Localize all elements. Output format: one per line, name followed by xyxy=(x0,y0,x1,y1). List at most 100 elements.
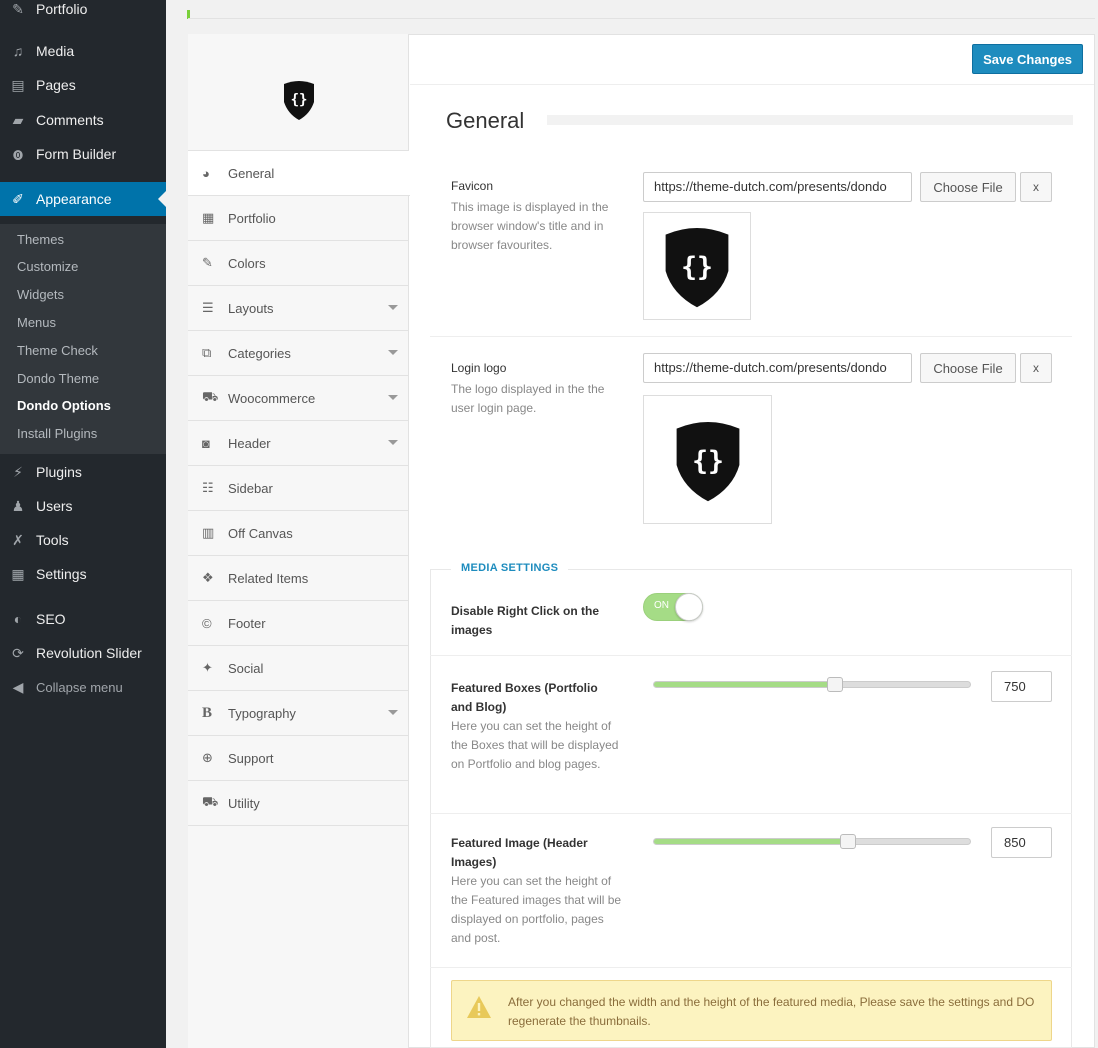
submenu-theme-check[interactable]: Theme Check xyxy=(17,343,98,358)
disable-right-click-label: Disable Right Click on the images xyxy=(451,604,600,637)
featured-boxes-slider-handle[interactable] xyxy=(827,677,843,692)
favicon-shield-icon: {} xyxy=(665,228,729,308)
options-nav-header[interactable]: ◙ Header xyxy=(188,421,409,466)
options-nav-label: Support xyxy=(228,750,274,766)
chevron-down-icon[interactable] xyxy=(388,440,398,445)
submenu-menus[interactable]: Menus xyxy=(17,315,56,330)
shield-logo-icon: {} xyxy=(284,81,314,120)
menu-item-media[interactable]: ♫ Media xyxy=(0,34,166,68)
featured-image-description: Here you can set the height of the Featu… xyxy=(451,874,622,945)
options-nav-footer[interactable]: © Footer xyxy=(188,601,409,646)
options-nav-general[interactable]: ◕ General xyxy=(188,151,410,196)
favicon-preview: {} xyxy=(643,212,751,320)
appearance-submenu: Themes Customize Widgets Menus Theme Che… xyxy=(0,224,166,454)
row-divider xyxy=(430,967,1072,968)
options-nav-portfolio[interactable]: ▦ Portfolio xyxy=(188,196,409,241)
collapse-icon: ◀ xyxy=(12,678,24,695)
menu-item-plugins[interactable]: ⚡ Plugins xyxy=(0,455,166,489)
disable-right-click-toggle[interactable]: ON xyxy=(643,593,703,621)
options-nav-woocommerce[interactable]: ⛟ Woocommerce xyxy=(188,376,409,421)
options-nav-sidebar[interactable]: ☷ Sidebar xyxy=(188,466,409,511)
lifebuoy-icon: ⊕ xyxy=(202,750,213,765)
toggle-on-text: ON xyxy=(654,600,669,611)
featured-boxes-slider-fill xyxy=(654,682,835,687)
favicon-url-input[interactable]: https://theme-dutch.com/presents/dondo xyxy=(643,172,912,202)
row-divider xyxy=(430,336,1072,337)
options-nav-categories[interactable]: ⧉ Categories xyxy=(188,331,409,376)
login-logo-clear-button[interactable]: x xyxy=(1020,353,1052,383)
media-settings-legend: MEDIA SETTINGS xyxy=(451,562,569,574)
submenu-install-plugins[interactable]: Install Plugins xyxy=(17,426,97,441)
options-nav-label: Colors xyxy=(228,255,266,271)
camera-icon: ◙ xyxy=(202,435,210,451)
submenu-dondo-theme[interactable]: Dondo Theme xyxy=(17,371,99,386)
menu-item-revolution-slider[interactable]: ⟳ Revolution Slider xyxy=(0,636,166,670)
menu-item-users[interactable]: ♟ Users xyxy=(0,489,166,523)
save-changes-button[interactable]: Save Changes xyxy=(972,44,1083,74)
options-nav-label: Typography xyxy=(228,705,296,721)
menu-item-portfolio[interactable]: ✎ Portfolio xyxy=(0,0,166,22)
truck-icon: ⛟ xyxy=(202,794,219,809)
chevron-down-icon[interactable] xyxy=(388,710,398,715)
menu-item-pages[interactable]: ▤ Pages xyxy=(0,68,166,102)
options-nav-support[interactable]: ⊕ Support xyxy=(188,736,409,781)
options-nav-label: Header xyxy=(228,435,271,451)
featured-image-slider-handle[interactable] xyxy=(840,834,856,849)
brush-icon: ✎ xyxy=(202,255,213,270)
chevron-down-icon[interactable] xyxy=(388,305,398,310)
menu-item-form-builder[interactable]: ⓿ Form Builder xyxy=(0,137,166,171)
options-nav-off-canvas[interactable]: ▥ Off Canvas xyxy=(188,511,409,556)
media-settings-box xyxy=(430,569,1072,1048)
form-builder-icon: ⓿ xyxy=(13,150,23,162)
options-nav-label: Categories xyxy=(228,345,291,361)
twitter-icon: ✦ xyxy=(202,660,213,675)
favicon-description: This image is displayed in the browser w… xyxy=(451,200,609,252)
favicon-clear-button[interactable]: x xyxy=(1020,172,1052,202)
options-nav-colors[interactable]: ✎ Colors xyxy=(188,241,409,286)
submenu-dondo-options[interactable]: Dondo Options xyxy=(17,398,111,413)
featured-image-slider-fill xyxy=(654,839,848,844)
login-logo-url-input[interactable]: https://theme-dutch.com/presents/dondo xyxy=(643,353,912,383)
appearance-icon: ✐ xyxy=(12,190,24,207)
comments-icon: ▰ xyxy=(12,111,24,128)
submenu-widgets[interactable]: Widgets xyxy=(17,287,64,302)
favicon-label: Favicon xyxy=(451,179,494,193)
options-nav-label: Off Canvas xyxy=(228,525,293,541)
admin-menu: ✎ Portfolio ♫ Media ▤ Pages ▰ Comments ⓿… xyxy=(0,0,166,1048)
options-nav-typography[interactable]: B Typography xyxy=(188,691,409,736)
chevron-down-icon[interactable] xyxy=(388,350,398,355)
menu-item-appearance[interactable]: ✐ Appearance xyxy=(0,182,166,216)
featured-boxes-label: Featured Boxes (Portfolio and Blog) xyxy=(451,681,598,714)
svg-text:{}: {} xyxy=(291,92,308,108)
submenu-themes[interactable]: Themes xyxy=(17,232,64,247)
seo-icon: ◐ xyxy=(13,611,23,627)
submenu-customize[interactable]: Customize xyxy=(17,259,78,274)
menu-item-seo[interactable]: ◐ SEO xyxy=(0,602,166,636)
regenerate-thumbnails-warning: After you changed the width and the heig… xyxy=(451,980,1052,1041)
tools-icon: ✗ xyxy=(12,531,24,548)
featured-image-slider[interactable] xyxy=(653,834,971,849)
options-nav-utility[interactable]: ⛟ Utility xyxy=(188,781,409,826)
plugins-icon: ⚡ xyxy=(13,463,23,480)
featured-image-value-input[interactable]: 850 xyxy=(991,827,1052,858)
collapse-menu-button[interactable]: ◀ Collapse menu xyxy=(0,670,166,704)
menu-item-settings[interactable]: ▦ Settings xyxy=(0,557,166,591)
media-icon: ♫ xyxy=(12,43,24,59)
options-nav-label: Utility xyxy=(228,795,260,811)
menu-item-comments[interactable]: ▰ Comments xyxy=(0,103,166,137)
login-logo-choose-file-button[interactable]: Choose File xyxy=(920,353,1016,383)
chevron-down-icon[interactable] xyxy=(388,395,398,400)
menu-item-tools[interactable]: ✗ Tools xyxy=(0,523,166,557)
favicon-choose-file-button[interactable]: Choose File xyxy=(920,172,1016,202)
options-nav-social[interactable]: ✦ Social xyxy=(188,646,409,691)
options-nav-layouts[interactable]: ☰ Layouts xyxy=(188,286,409,331)
options-nav-related-items[interactable]: ❖ Related Items xyxy=(188,556,409,601)
layouts-icon: ☰ xyxy=(202,300,214,315)
cubes-icon: ❖ xyxy=(202,570,214,585)
warning-text: After you changed the width and the heig… xyxy=(508,995,1035,1028)
warning-icon xyxy=(467,996,491,1018)
theme-logo: {} xyxy=(188,34,409,151)
featured-boxes-slider[interactable] xyxy=(653,677,971,692)
featured-boxes-value-input[interactable]: 750 xyxy=(991,671,1052,702)
header-divider xyxy=(410,84,1094,85)
